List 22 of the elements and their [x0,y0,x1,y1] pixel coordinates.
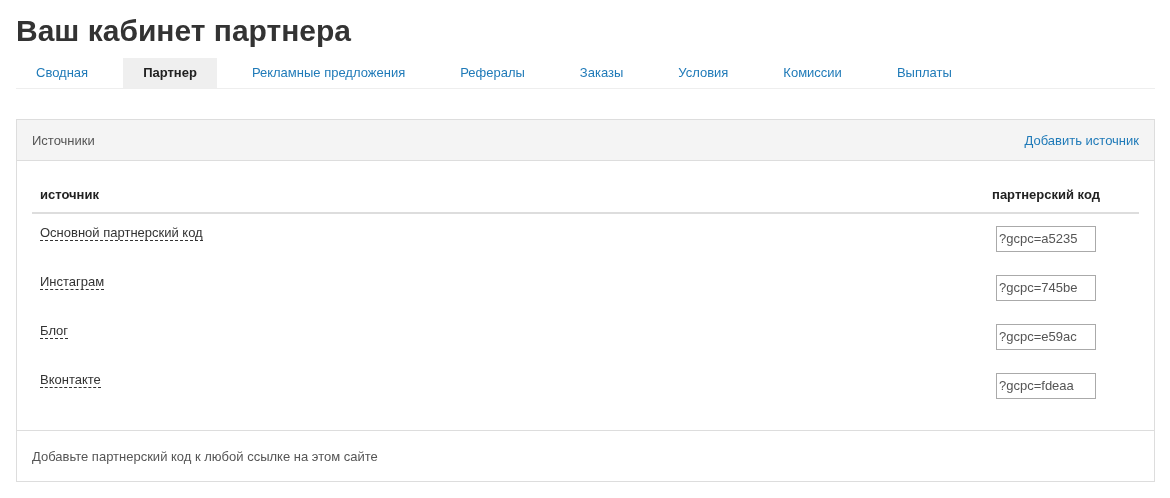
tab[interactable]: Сводная [16,58,109,88]
source-name[interactable]: Основной партнерский код [40,225,203,241]
tab[interactable]: Рекламные предложения [231,58,426,88]
code-field[interactable]: ?gcpc=745be [996,274,1096,301]
tab[interactable]: Комиссии [763,58,862,88]
source-name[interactable]: Вконтакте [40,372,101,388]
source-name[interactable]: Блог [40,323,69,339]
panel-title: Источники [32,132,95,148]
tab[interactable]: Выплаты [876,58,972,88]
code-field[interactable]: ?gcpc=e59ac [996,323,1096,350]
tab[interactable]: Рефералы [440,58,545,88]
source-name[interactable]: Инстаграм [40,274,105,290]
tab[interactable]: Условия [658,58,749,88]
column-header: партнерский код [953,176,1139,213]
column-header: источник [32,176,953,213]
tab[interactable]: Заказы [559,58,644,88]
add-source-link[interactable]: Добавить источник [1024,132,1139,148]
code-field[interactable]: ?gcpc=a5235 [996,225,1096,252]
code-field[interactable]: ?gcpc=fdeaa [996,372,1096,399]
page-title: Ваш кабинет партнера [16,13,353,49]
tab[interactable]: Партнер [123,58,217,88]
footer-note: Добавьте партнерский код к любой ссылке на этом сайте [32,448,378,464]
